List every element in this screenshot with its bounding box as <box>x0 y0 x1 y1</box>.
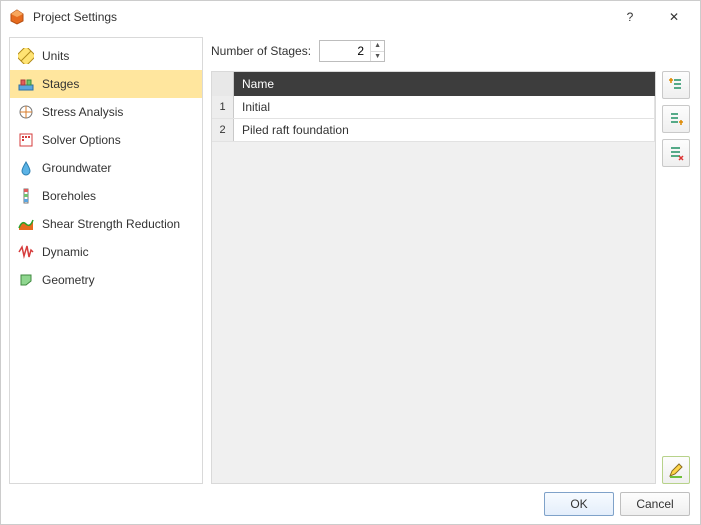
borehole-icon <box>18 188 34 204</box>
edit-stage-button[interactable] <box>662 456 690 484</box>
sidebar-item-label: Dynamic <box>42 245 89 259</box>
stages-table: Name 1 Initial 2 Piled raft foundation <box>211 71 656 484</box>
sidebar-item-solver-options[interactable]: Solver Options <box>10 126 202 154</box>
table-header: Name <box>212 72 655 96</box>
table-row[interactable]: 1 Initial <box>212 96 655 119</box>
dynamic-icon <box>18 244 34 260</box>
sidebar-item-stress-analysis[interactable]: Stress Analysis <box>10 98 202 126</box>
ruler-icon <box>18 48 34 64</box>
ok-button[interactable]: OK <box>544 492 614 516</box>
dialog-footer: OK Cancel <box>1 484 700 524</box>
stages-icon <box>18 76 34 92</box>
sidebar-item-boreholes[interactable]: Boreholes <box>10 182 202 210</box>
settings-sidebar: Units Stages Stress Analysis Solver Opti… <box>9 37 203 484</box>
solver-icon <box>18 132 34 148</box>
insert-stage-before-button[interactable] <box>662 71 690 99</box>
sidebar-item-label: Units <box>42 49 69 63</box>
stage-count-row: Number of Stages: ▲ ▼ <box>211 37 656 65</box>
stage-count-label: Number of Stages: <box>211 44 311 58</box>
ssr-icon <box>18 216 34 232</box>
sidebar-item-label: Groundwater <box>42 161 111 175</box>
pencil-icon <box>668 462 684 478</box>
row-name[interactable]: Piled raft foundation <box>234 119 655 141</box>
main-panel: Number of Stages: ▲ ▼ Name 1 Initial <box>211 37 692 484</box>
delete-stage-button[interactable] <box>662 139 690 167</box>
window-title: Project Settings <box>33 10 117 24</box>
row-index: 2 <box>212 119 234 141</box>
sidebar-item-label: Stress Analysis <box>42 105 123 119</box>
header-index-cell <box>212 72 234 96</box>
insert-after-icon <box>668 111 684 127</box>
table-side-buttons <box>662 37 692 484</box>
title-bar: Project Settings ? ✕ <box>1 1 700 33</box>
table-row[interactable]: 2 Piled raft foundation <box>212 119 655 142</box>
app-icon <box>9 9 25 25</box>
row-index: 1 <box>212 96 234 118</box>
sidebar-item-dynamic[interactable]: Dynamic <box>10 238 202 266</box>
stage-count-input[interactable] <box>320 41 370 61</box>
help-button[interactable]: ? <box>608 2 652 32</box>
stress-icon <box>18 104 34 120</box>
delete-row-icon <box>668 145 684 161</box>
sidebar-item-label: Stages <box>42 77 79 91</box>
header-name-cell: Name <box>234 72 655 96</box>
water-icon <box>18 160 34 176</box>
geometry-icon <box>18 272 34 288</box>
cancel-button[interactable]: Cancel <box>620 492 690 516</box>
row-name[interactable]: Initial <box>234 96 655 118</box>
insert-before-icon <box>668 77 684 93</box>
insert-stage-after-button[interactable] <box>662 105 690 133</box>
sidebar-item-label: Geometry <box>42 273 95 287</box>
spinner-down-button[interactable]: ▼ <box>371 52 384 62</box>
spinner-up-button[interactable]: ▲ <box>371 41 384 52</box>
close-button[interactable]: ✕ <box>652 2 696 32</box>
sidebar-item-units[interactable]: Units <box>10 42 202 70</box>
sidebar-item-groundwater[interactable]: Groundwater <box>10 154 202 182</box>
sidebar-item-label: Boreholes <box>42 189 96 203</box>
sidebar-item-label: Solver Options <box>42 133 121 147</box>
sidebar-item-geometry[interactable]: Geometry <box>10 266 202 294</box>
sidebar-item-label: Shear Strength Reduction <box>42 217 180 231</box>
stage-count-spinner[interactable]: ▲ ▼ <box>319 40 385 62</box>
sidebar-item-ssr[interactable]: Shear Strength Reduction <box>10 210 202 238</box>
sidebar-item-stages[interactable]: Stages <box>10 70 202 98</box>
